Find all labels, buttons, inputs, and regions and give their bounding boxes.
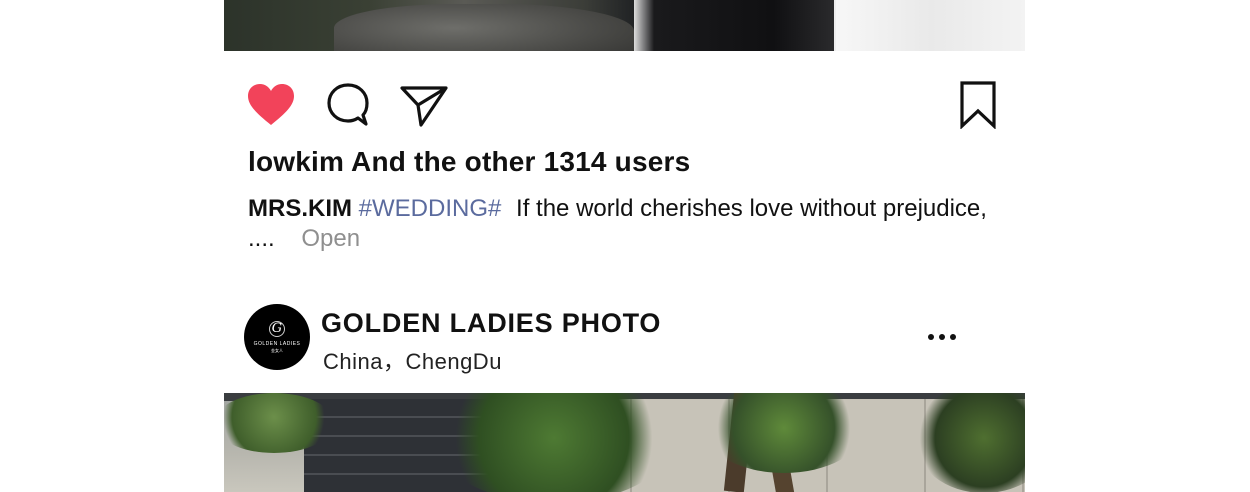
share-button[interactable] xyxy=(399,80,449,130)
comment-icon xyxy=(327,83,369,126)
caption-username[interactable]: MRS.KIM xyxy=(248,195,352,222)
caption-hashtag[interactable]: #WEDDING# xyxy=(359,195,502,222)
more-horizontal-icon xyxy=(928,334,934,340)
post-action-bar xyxy=(224,80,1025,130)
account-name[interactable]: GOLDEN LADIES PHOTO xyxy=(321,308,661,339)
heart-filled-icon xyxy=(248,84,294,125)
send-icon xyxy=(400,86,448,127)
like-button[interactable] xyxy=(246,80,296,130)
likes-summary[interactable]: lowkim And the other 1314 users xyxy=(248,146,690,178)
avatar-monogram: G xyxy=(269,320,285,337)
post-header: G GOLDEN LADIES 金女人 GOLDEN LADIES PHOTO … xyxy=(224,300,1025,376)
post-image-previous[interactable] xyxy=(224,0,1025,51)
avatar-brand: GOLDEN LADIES xyxy=(253,340,301,347)
feed: lowkim And the other 1314 users MRS.KIM … xyxy=(224,0,1025,492)
comment-button[interactable] xyxy=(323,80,373,130)
post-location[interactable]: China，ChengDu xyxy=(323,344,502,376)
bookmark-icon xyxy=(960,81,996,129)
post-image-next[interactable] xyxy=(224,393,1025,492)
save-button[interactable] xyxy=(953,80,1003,130)
avatar[interactable]: G GOLDEN LADIES 金女人 xyxy=(244,304,310,370)
more-options-button[interactable] xyxy=(922,320,962,354)
avatar-sub-mark: 金女人 xyxy=(271,347,283,353)
post-caption: MRS.KIM #WEDDING# If the world cherishes… xyxy=(248,194,988,254)
caption-open-link[interactable]: Open xyxy=(301,225,360,252)
